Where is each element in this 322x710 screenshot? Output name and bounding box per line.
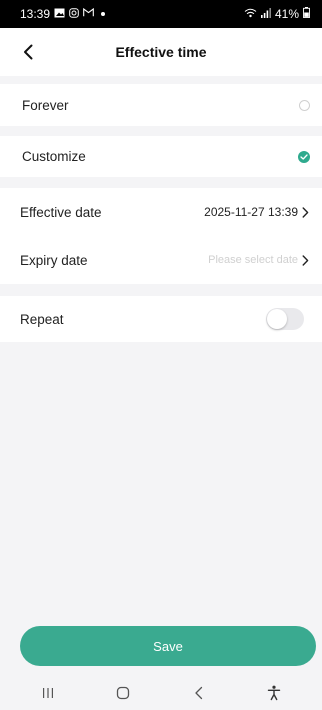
back-nav-icon <box>195 686 203 700</box>
expiry-date-placeholder: Please select date <box>208 254 298 266</box>
instagram-icon <box>69 7 79 21</box>
expiry-date-label: Expiry date <box>20 252 88 268</box>
status-left: 13:39 <box>20 7 106 21</box>
option-customize-label: Customize <box>22 149 86 164</box>
accessibility-icon <box>268 685 281 701</box>
recent-apps-button[interactable] <box>28 678 68 708</box>
system-nav-bar <box>0 676 322 710</box>
battery-icon <box>303 7 310 21</box>
effective-date-row[interactable]: Effective date 2025-11-27 13:39 <box>0 188 322 236</box>
radio-checked-icon[interactable] <box>298 150 310 163</box>
recent-apps-icon <box>42 688 53 698</box>
expiry-date-row[interactable]: Expiry date Please select date <box>0 236 322 284</box>
effective-date-label: Effective date <box>20 204 102 220</box>
chevron-right-icon <box>302 206 312 218</box>
option-customize[interactable]: Customize <box>0 136 322 177</box>
system-back-button[interactable] <box>179 678 219 708</box>
repeat-label: Repeat <box>20 311 64 327</box>
signal-icon <box>260 7 271 21</box>
gallery-icon <box>54 8 65 21</box>
app-header: Effective time <box>0 28 322 76</box>
status-bar: 13:39 41% <box>0 0 322 28</box>
gmail-icon <box>83 7 94 20</box>
save-button[interactable]: Save <box>20 626 316 666</box>
effective-date-value-wrap: 2025-11-27 13:39 <box>204 205 312 219</box>
chevron-left-icon <box>24 44 33 60</box>
option-forever[interactable]: Forever <box>0 84 322 126</box>
status-right: 41% <box>244 7 310 21</box>
repeat-toggle[interactable] <box>266 308 304 330</box>
chevron-right-icon <box>302 254 312 266</box>
expiry-date-value-wrap: Please select date <box>208 254 312 266</box>
home-icon <box>117 686 130 700</box>
status-time: 13:39 <box>20 7 51 21</box>
notification-dot-icon <box>101 12 106 16</box>
accessibility-button[interactable] <box>254 678 294 708</box>
home-button[interactable] <box>103 678 143 708</box>
back-button[interactable] <box>14 38 42 66</box>
toggle-knob <box>267 309 287 329</box>
effective-date-value: 2025-11-27 13:39 <box>204 205 298 219</box>
battery-percent: 41% <box>274 7 299 21</box>
radio-unchecked-icon[interactable] <box>299 99 310 111</box>
page-title: Effective time <box>115 44 207 60</box>
repeat-row: Repeat <box>0 296 322 342</box>
wifi-icon <box>244 8 257 21</box>
option-forever-label: Forever <box>22 97 69 113</box>
